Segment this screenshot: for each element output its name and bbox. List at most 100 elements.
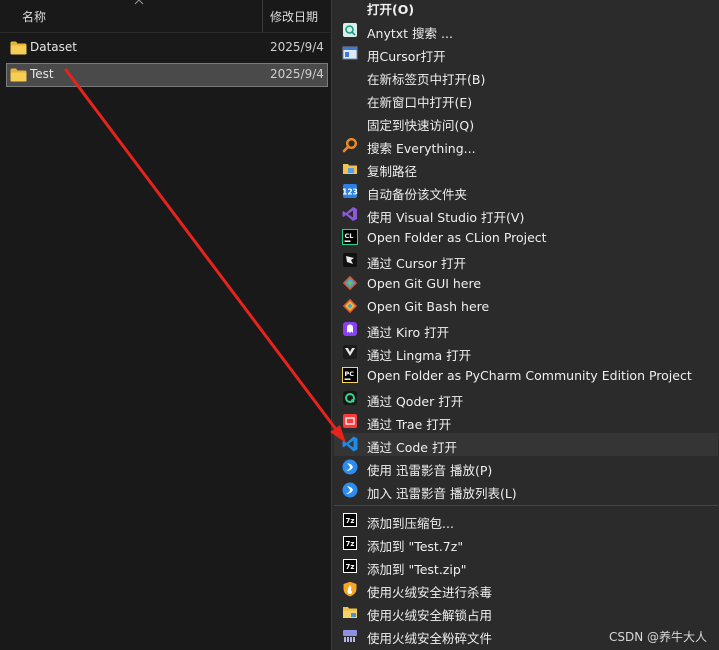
menu-item-label: 使用 迅雷影音 播放(P)	[367, 463, 493, 478]
menu-item-label: 通过 Cursor 打开	[367, 256, 467, 271]
menu-item-open[interactable]: 打开(O)	[334, 0, 718, 18]
file-name: Dataset	[30, 40, 77, 54]
column-header: 名称 修改日期	[0, 0, 331, 33]
menu-item-label: 使用 Visual Studio 打开(V)	[367, 210, 525, 225]
menu-item-add-to-archive[interactable]: 7z 添加到压缩包...	[334, 509, 718, 532]
menu-item-open-with-cursor[interactable]: 用Cursor打开	[334, 42, 718, 65]
menu-item-label: Open Folder as PyCharm Community Edition…	[367, 368, 692, 383]
menu-item-git-gui[interactable]: Open Git GUI here	[334, 272, 718, 295]
menu-item-huorong-unlock[interactable]: 使用火绒安全解锁占用	[334, 601, 718, 624]
menu-item-label: 用Cursor打开	[367, 49, 446, 64]
xunlei-icon	[342, 482, 358, 498]
menu-item-open-trae[interactable]: 通过 Trae 打开	[334, 410, 718, 433]
menu-item-pin-quick-access[interactable]: 固定到快速访问(Q)	[334, 111, 718, 134]
search-icon	[342, 137, 358, 153]
menu-item-label: 复制路径	[367, 164, 418, 179]
file-name: Test	[30, 67, 54, 81]
column-name-header[interactable]: 名称	[0, 0, 263, 32]
menu-item-label: 自动备份该文件夹	[367, 187, 468, 202]
menu-item-label: 使用火绒安全粉碎文件	[367, 631, 493, 646]
xunlei-icon	[342, 459, 358, 475]
column-name-label: 名称	[22, 10, 47, 24]
git-bash-icon	[342, 298, 358, 314]
menu-item-add-to-7z[interactable]: 7z 添加到 "Test.7z"	[334, 532, 718, 555]
7zip-icon: 7z	[343, 559, 357, 573]
git-icon	[342, 275, 358, 291]
menu-separator	[334, 505, 718, 506]
column-date-header[interactable]: 修改日期	[270, 8, 318, 25]
menu-item-xunlei-play[interactable]: 使用 迅雷影音 播放(P)	[334, 456, 718, 479]
vscode-icon	[342, 436, 358, 452]
menu-item-git-bash[interactable]: Open Git Bash here	[334, 295, 718, 318]
clion-icon: CL	[342, 229, 358, 245]
menu-item-open-cursor[interactable]: 通过 Cursor 打开	[334, 249, 718, 272]
menu-item-copy-path[interactable]: 复制路径	[334, 157, 718, 180]
menu-item-label: 通过 Kiro 打开	[367, 325, 450, 340]
shield-icon	[343, 581, 357, 597]
watermark: CSDN @养牛大人	[608, 630, 707, 644]
kiro-icon	[343, 322, 357, 336]
menu-item-label: Open Git Bash here	[367, 299, 490, 314]
folder-icon	[10, 68, 27, 82]
menu-item-label: 通过 Code 打开	[367, 440, 457, 455]
menu-item-open-visual-studio[interactable]: 使用 Visual Studio 打开(V)	[334, 203, 718, 226]
context-menu: 打开(O) Anytxt 搜索 ... 用Cursor打开 在新标签页中打开(B…	[331, 0, 719, 650]
menu-item-open-new-window[interactable]: 在新窗口中打开(E)	[334, 88, 718, 111]
menu-item-label: 通过 Trae 打开	[367, 417, 452, 432]
qoder-icon	[343, 391, 357, 405]
menu-item-label: 通过 Lingma 打开	[367, 348, 472, 363]
cursor-icon	[343, 253, 357, 267]
menu-item-label: 在新标签页中打开(B)	[367, 72, 486, 87]
menu-item-label: 添加到压缩包...	[367, 516, 454, 531]
menu-item-label: Anytxt 搜索 ...	[367, 26, 453, 41]
menu-item-search-everything[interactable]: 搜索 Everything...	[334, 134, 718, 157]
menu-item-open-lingma[interactable]: 通过 Lingma 打开	[334, 341, 718, 364]
menu-item-open-qoder[interactable]: 通过 Qoder 打开	[334, 387, 718, 410]
svg-text:7z: 7z	[346, 563, 355, 571]
menu-item-label: Open Folder as CLion Project	[367, 230, 547, 245]
7zip-icon: 7z	[343, 513, 357, 527]
menu-item-open-code[interactable]: 通过 Code 打开	[334, 433, 718, 456]
backup-icon: 123	[342, 184, 358, 198]
menu-item-anytxt-search[interactable]: Anytxt 搜索 ...	[334, 19, 718, 42]
menu-item-label: 添加到 "Test.7z"	[367, 539, 464, 554]
menu-item-open-new-tab[interactable]: 在新标签页中打开(B)	[334, 65, 718, 88]
trae-icon	[343, 414, 357, 428]
window-icon	[342, 46, 358, 60]
unlock-folder-icon	[343, 607, 357, 618]
svg-text:CL: CL	[345, 232, 354, 240]
sort-ascending-icon	[134, 0, 144, 5]
file-row-dataset[interactable]: Dataset 2025/9/4 1	[6, 36, 328, 60]
lingma-icon	[343, 345, 357, 359]
menu-item-label: 使用火绒安全进行杀毒	[367, 585, 493, 600]
folder-copy-icon	[343, 164, 357, 174]
menu-item-label: 使用火绒安全解锁占用	[367, 608, 493, 623]
file-date: 2025/9/4 1	[270, 67, 328, 81]
menu-item-label: 加入 迅雷影音 播放列表(L)	[367, 486, 517, 501]
anytxt-icon	[343, 23, 357, 37]
file-row-test[interactable]: Test 2025/9/4 1	[6, 63, 328, 87]
menu-item-label: 添加到 "Test.zip"	[367, 562, 467, 577]
menu-item-label: 通过 Qoder 打开	[367, 394, 464, 409]
folder-icon	[10, 41, 27, 55]
menu-item-add-to-zip[interactable]: 7z 添加到 "Test.zip"	[334, 555, 718, 578]
menu-item-open-kiro[interactable]: 通过 Kiro 打开	[334, 318, 718, 341]
menu-item-label: 在新窗口中打开(E)	[367, 95, 473, 110]
7zip-icon: 7z	[343, 536, 357, 550]
menu-item-label: Open Git GUI here	[367, 276, 482, 291]
svg-text:PC: PC	[345, 370, 355, 378]
visual-studio-icon	[342, 207, 357, 221]
menu-item-clion[interactable]: CL Open Folder as CLion Project	[334, 226, 718, 249]
menu-item-label: 打开(O)	[367, 2, 415, 17]
pycharm-icon: PC	[342, 367, 358, 383]
menu-item-pycharm[interactable]: PC Open Folder as PyCharm Community Edit…	[334, 364, 718, 387]
svg-text:7z: 7z	[346, 517, 355, 525]
menu-item-huorong-scan[interactable]: 使用火绒安全进行杀毒	[334, 578, 718, 601]
shred-icon	[343, 630, 357, 642]
svg-text:123: 123	[342, 188, 358, 197]
svg-text:7z: 7z	[346, 540, 355, 548]
menu-item-auto-backup[interactable]: 123 自动备份该文件夹	[334, 180, 718, 203]
menu-item-xunlei-playlist[interactable]: 加入 迅雷影音 播放列表(L)	[334, 479, 718, 502]
file-explorer: 名称 修改日期 Dataset 2025/9/4 1 Test 2025/9/4…	[0, 0, 331, 650]
menu-item-label: 固定到快速访问(Q)	[367, 118, 475, 133]
